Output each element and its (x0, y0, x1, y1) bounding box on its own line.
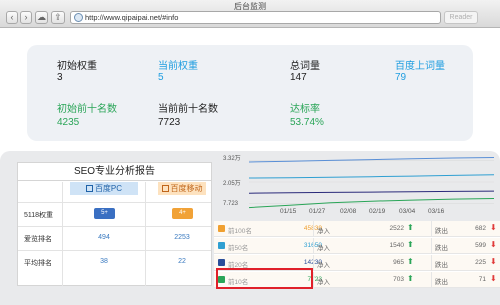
current-weight-value: 5 (158, 72, 164, 83)
out-label: 跌出 (435, 228, 448, 235)
current-weight-label: 当前权重 (158, 61, 198, 72)
in-label: 净入 (317, 228, 330, 235)
out-label: 跌出 (435, 245, 448, 252)
out-label: 跌出 (435, 262, 448, 269)
out-value: 599 (475, 242, 486, 249)
back-button[interactable]: ‹ (6, 11, 18, 24)
forward-button[interactable]: › (20, 11, 32, 24)
checkbox-icon[interactable] (218, 242, 225, 249)
x-tick-label: 02/08 (340, 208, 357, 215)
initial-top10-label: 初始前十名数 (57, 104, 117, 115)
globe-icon (74, 13, 83, 22)
seo-report-title: SEO专业分析报告 (18, 163, 211, 181)
row-label: 5118权重 (24, 212, 54, 219)
baidu-pc-header: 百度PC (70, 182, 138, 195)
pc-value: 494 (98, 234, 110, 241)
out-value: 682 (475, 225, 486, 232)
mobile-value: 2253 (174, 234, 190, 241)
series-line-0 (248, 157, 495, 163)
address-url: http://www.qipaipai.net/#info (85, 13, 179, 22)
x-tick-label: 01/27 (309, 208, 326, 215)
rank-row[interactable]: 前50名 31650 净入 1540 ⬆ 跌出 599 ⬇ (214, 238, 500, 254)
x-tick-label: 01/15 (280, 208, 297, 215)
arrow-down-icon: ⬇ (490, 257, 497, 266)
weight-badge-mobile: 4+ (172, 208, 193, 219)
baidu-mobile-header: 百度移动 (158, 182, 206, 195)
series-line-1 (248, 174, 495, 179)
in-value: 965 (393, 259, 404, 266)
initial-top10-value: 4235 (57, 117, 80, 128)
trend-chart (219, 150, 499, 214)
cloud-icon[interactable]: ☁ (35, 11, 48, 24)
total-words-label: 总词量 (290, 61, 320, 72)
house-icon (161, 185, 169, 192)
arrow-down-icon: ⬇ (490, 223, 497, 232)
arrow-up-icon: ⬆ (407, 240, 414, 249)
series-line-2 (248, 190, 495, 194)
trend-chart-svg (248, 157, 495, 209)
table-row: 爱览排名 494 2253 (18, 226, 211, 250)
rank-name: 前100名 (228, 228, 252, 235)
house-icon (85, 185, 93, 192)
baidu-words-value: 79 (395, 72, 407, 83)
table-row: 平均排名 38 22 (18, 250, 211, 274)
reader-button[interactable]: Reader (444, 11, 478, 24)
x-tick-label: 02/19 (369, 208, 386, 215)
initial-weight-value: 3 (57, 72, 63, 83)
current-top10-label: 当前前十名数 (158, 104, 218, 115)
window-titlebar: 后台监测 ‹ › ☁ ⇪ http://www.qipaipai.net/#in… (0, 0, 500, 28)
rate-value: 53.74% (290, 117, 324, 128)
weight-badge-pc: 5+ (94, 208, 115, 219)
table-row: 5118权重 5+ 4+ (18, 202, 211, 226)
rank-name: 前50名 (228, 245, 249, 252)
out-label: 跌出 (435, 279, 448, 286)
y-tick-label: 2.05万 (223, 181, 241, 187)
highlight-box (216, 268, 313, 289)
mobile-value: 22 (178, 258, 186, 265)
arrow-up-icon: ⬆ (407, 257, 414, 266)
in-value: 703 (393, 276, 404, 283)
share-icon[interactable]: ⇪ (51, 11, 65, 24)
row-label: 爱览排名 (24, 236, 52, 243)
arrow-down-icon: ⬇ (490, 240, 497, 249)
out-value: 71 (478, 276, 486, 283)
arrow-up-icon: ⬆ (407, 274, 414, 283)
current-top10-value: 7723 (158, 117, 181, 128)
arrow-down-icon: ⬇ (490, 274, 497, 283)
in-value: 2522 (389, 225, 404, 232)
in-value: 1540 (389, 242, 404, 249)
baidu-words-label: 百度上词量 (395, 61, 445, 72)
seo-report-table: SEO专业分析报告 百度PC 百度移动 5118权重 5+ 4+ 爱览排名 49… (17, 162, 212, 286)
y-tick-label: 7.723 (223, 201, 239, 207)
out-value: 225 (475, 259, 486, 266)
total-words-value: 147 (290, 72, 307, 83)
rate-label: 达标率 (290, 104, 320, 115)
checkbox-icon[interactable] (218, 259, 225, 266)
x-tick-label: 03/04 (399, 208, 416, 215)
in-label: 净入 (317, 245, 330, 252)
initial-weight-label: 初始权重 (57, 61, 97, 72)
address-bar[interactable]: http://www.qipaipai.net/#info (70, 11, 441, 24)
arrow-up-icon: ⬆ (407, 223, 414, 232)
row-label: 平均排名 (24, 260, 52, 267)
rank-row[interactable]: 前100名 45839 净入 2522 ⬆ 跌出 682 ⬇ (214, 221, 500, 237)
in-label: 净入 (317, 279, 330, 286)
in-label: 净入 (317, 262, 330, 269)
x-tick-label: 03/16 (428, 208, 445, 215)
pc-value: 38 (100, 258, 108, 265)
y-tick-label: 3.32万 (223, 156, 241, 162)
checkbox-icon[interactable] (218, 225, 225, 232)
summary-card: 初始权重 3 当前权重 5 总词量 147 百度上词量 79 初始前十名数 42… (27, 45, 473, 141)
